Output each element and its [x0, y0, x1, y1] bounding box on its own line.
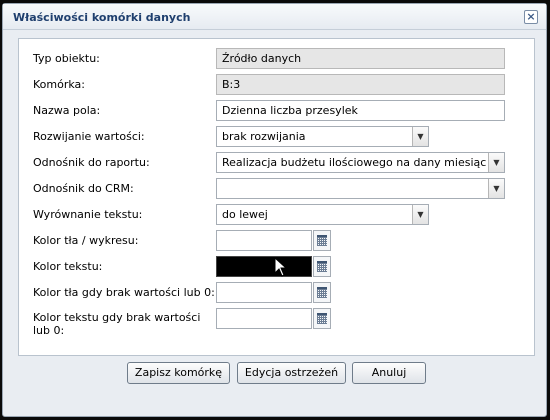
close-icon[interactable]: × — [524, 10, 538, 24]
bg-color-empty-input[interactable] — [216, 282, 312, 303]
cell-field: B:3 — [216, 74, 505, 95]
bg-color-label: Kolor tła / wykresu: — [33, 234, 139, 247]
text-align-label: Wyrównanie tekstu: — [33, 208, 143, 221]
report-link-value: Realizacja budżetu ilościowego na dany m… — [222, 156, 487, 169]
report-link-label: Odnośnik do raportu: — [33, 156, 150, 169]
color-picker-icon[interactable] — [313, 308, 331, 329]
color-picker-icon[interactable] — [313, 230, 331, 251]
crm-link-label: Odnośnik do CRM: — [33, 182, 134, 195]
text-color-empty-label: Kolor tekstu gdy brak wartości lub 0: — [33, 311, 200, 337]
object-type-label: Typ obiektu: — [33, 52, 100, 65]
chevron-down-icon[interactable]: ▼ — [488, 153, 504, 172]
dialog-title: Właściwości komórki danych — [13, 11, 191, 24]
cell-properties-dialog: Właściwości komórki danych × Typ obiektu… — [2, 3, 547, 417]
value-rollout-label: Rozwijanie wartości: — [33, 130, 145, 143]
text-color-empty-input[interactable] — [216, 308, 312, 329]
color-picker-icon[interactable] — [313, 256, 331, 277]
text-color-empty-label-line1: Kolor tekstu gdy brak wartości — [33, 311, 201, 324]
chevron-down-icon[interactable]: ▼ — [412, 127, 428, 146]
text-color-label: Kolor tekstu: — [33, 260, 103, 273]
chevron-down-icon[interactable]: ▼ — [412, 205, 428, 224]
text-color-empty-label-line2: lub 0: — [33, 324, 65, 337]
color-picker-icon[interactable] — [313, 282, 331, 303]
value-rollout-value: brak rozwijania — [222, 130, 306, 143]
chevron-down-icon[interactable]: ▼ — [488, 179, 504, 198]
cell-label: Komórka: — [33, 78, 85, 91]
bg-color-empty-label: Kolor tła gdy brak wartości lub 0: — [33, 286, 215, 299]
field-name-label: Nazwa pola: — [33, 104, 101, 117]
text-align-value: do lewej — [222, 208, 268, 221]
crm-link-select[interactable]: ▼ — [216, 178, 505, 199]
report-link-select[interactable]: Realizacja budżetu ilościowego na dany m… — [216, 152, 505, 173]
field-name-input[interactable]: Dzienna liczba przesylek — [216, 100, 505, 121]
text-align-select[interactable]: do lewej ▼ — [216, 204, 429, 225]
cancel-button[interactable]: Anuluj — [352, 362, 426, 384]
text-color-input[interactable] — [216, 256, 312, 277]
form-panel: Typ obiektu: Źródło danych Komórka: B:3 … — [18, 38, 535, 356]
bg-color-input[interactable] — [216, 230, 312, 251]
dialog-titlebar[interactable]: Właściwości komórki danych × — [3, 4, 546, 30]
object-type-field: Źródło danych — [216, 48, 505, 69]
mouse-pointer-icon — [274, 257, 288, 277]
value-rollout-select[interactable]: brak rozwijania ▼ — [216, 126, 429, 147]
save-cell-button[interactable]: Zapisz komórkę — [127, 362, 230, 384]
edit-warnings-button[interactable]: Edycja ostrzeżeń — [237, 362, 346, 384]
